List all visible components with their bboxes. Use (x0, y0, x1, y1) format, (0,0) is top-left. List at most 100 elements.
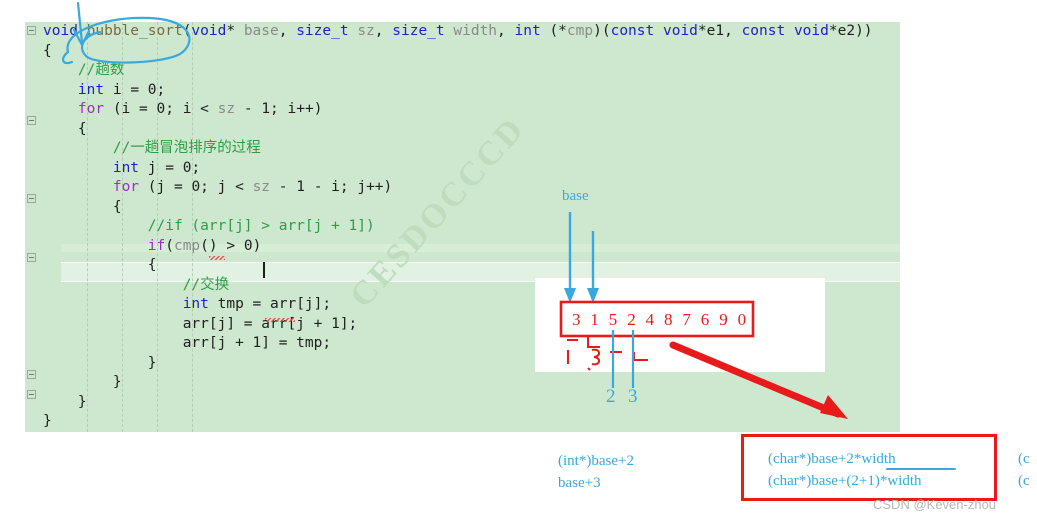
code-token: } (147, 354, 157, 371)
code-token: size_t (392, 23, 445, 39)
code-line[interactable]: { (39, 256, 873, 276)
code-line[interactable]: int j = 0; (39, 159, 873, 179)
code-token: 0 (147, 81, 157, 98)
code-line[interactable]: { (39, 198, 873, 218)
handwritten-index: 3 (628, 386, 638, 407)
code-line[interactable]: } (39, 393, 873, 413)
code-token: //趟数 (77, 62, 125, 78)
code-token: int (514, 23, 541, 39)
code-token: arr[j + (182, 335, 253, 351)
code-token: ] = tmp; (261, 335, 332, 351)
base-pointer-label: base (562, 188, 589, 204)
code-token: } (112, 374, 122, 390)
handwritten-index: 2 (606, 386, 616, 407)
code-token: - (235, 101, 262, 117)
array-cell-value: 5 (608, 310, 618, 329)
code-token: ; (156, 81, 166, 98)
code-token: } (43, 413, 52, 429)
fold-marker[interactable] (27, 370, 36, 379)
code-line[interactable]: if(cmp() > 0) (39, 237, 873, 257)
code-token: sz (217, 101, 236, 117)
code-token: const (610, 23, 655, 39)
code-token: 1 (261, 101, 271, 117)
code-token: width (453, 23, 498, 39)
code-token: void (662, 23, 698, 39)
code-token: () > (200, 237, 244, 254)
code-line[interactable]: //一趟冒泡排序的过程 (39, 139, 873, 159)
code-token: void (43, 23, 87, 39)
array-cell-value: 3 (572, 310, 581, 329)
code-token: ]; (339, 315, 358, 332)
code-token: ; i++) (270, 101, 323, 117)
code-token: cmp (566, 23, 594, 39)
code-token: for (77, 101, 105, 117)
array-cell-value: 6 (700, 310, 710, 329)
code-token: } (77, 393, 87, 410)
fold-marker[interactable] (27, 253, 36, 262)
code-line[interactable]: void bubble_sort(void* base, size_t sz, … (39, 22, 873, 42)
code-token: size_t (296, 23, 349, 39)
code-line[interactable]: //if (arr[j] > arr[j + 1]) (39, 217, 873, 237)
code-token: 1 (331, 315, 340, 332)
fold-marker[interactable] (27, 26, 36, 35)
code-line[interactable]: int i = 0; (39, 81, 873, 101)
code-token: (* (540, 23, 567, 39)
code-line[interactable]: } (39, 412, 873, 432)
code-token: ; (191, 159, 201, 176)
fold-marker[interactable] (27, 194, 36, 203)
code-line[interactable]: { (39, 120, 873, 140)
code-token: base (243, 23, 279, 39)
spell-squiggle (209, 256, 225, 260)
text-caret (263, 262, 265, 278)
code-token: { (147, 257, 157, 273)
code-token: const (741, 23, 786, 39)
code-token: i = (104, 81, 148, 98)
screenshot-root: void bubble_sort(void* base, size_t sz, … (0, 0, 1037, 521)
code-line[interactable]: //趟数 (39, 61, 873, 81)
editor-gutter[interactable] (25, 22, 39, 432)
code-token: )( (593, 23, 611, 39)
note-underline (886, 468, 956, 470)
code-token: (i = (104, 101, 157, 117)
code-token: , (374, 23, 393, 39)
code-token: sz (252, 179, 271, 195)
code-line[interactable]: { (39, 42, 873, 62)
code-token: ) (252, 237, 262, 254)
code-token: - (270, 179, 297, 195)
code-token: 1 (252, 335, 262, 351)
code-token: sz (357, 23, 375, 39)
code-line[interactable]: for (i = 0; i < sz - 1; i++) (39, 100, 873, 120)
fold-marker[interactable] (27, 390, 36, 399)
code-token: 1 (296, 179, 305, 195)
code-line[interactable]: } (39, 373, 873, 393)
array-cell-value: 9 (719, 310, 728, 329)
code-token: , (497, 23, 515, 39)
code-token: ; i < (165, 101, 218, 117)
code-token: (j = (139, 179, 192, 195)
int-pointer-note: (int*)base+2 base+3 (558, 453, 634, 491)
code-token: arr[j] = arr[j + (182, 315, 332, 332)
array-cell-value: 0 (737, 310, 747, 329)
code-token: - i; j++) (304, 179, 393, 195)
code-line[interactable]: for (j = 0; j < sz - 1 - i; j++) (39, 178, 873, 198)
fold-marker[interactable] (27, 116, 36, 125)
spell-squiggle (265, 318, 295, 322)
code-token: cmp (173, 237, 201, 254)
code-token: //if (arr[j] > arr[j + 1]) (147, 218, 375, 234)
